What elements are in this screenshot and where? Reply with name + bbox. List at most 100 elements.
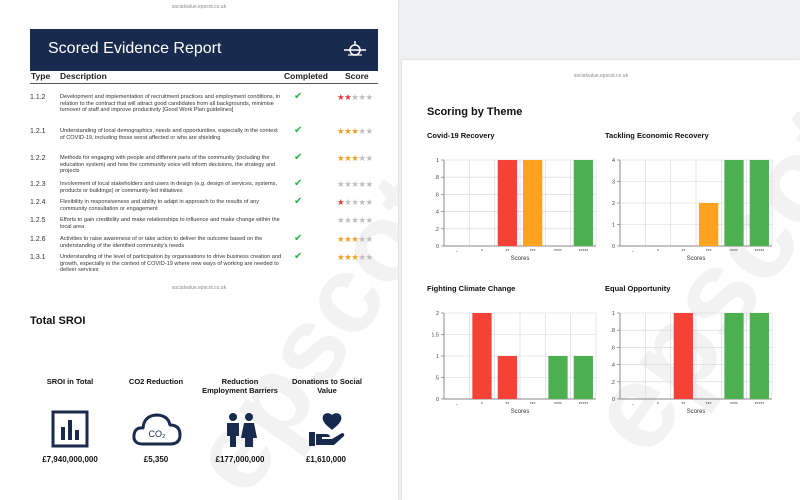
star-icon: ★ — [358, 153, 366, 163]
stat-value-donations: £1,610,000 — [305, 455, 347, 464]
x-tick-label: - — [632, 249, 634, 255]
bar — [548, 356, 568, 399]
star-rating: ★★★★★ — [337, 252, 373, 263]
star-icon: ★ — [365, 197, 374, 207]
chart-equal-opportunity: 0.2.4.6.81- * ** *** **** *****Scores — [610, 311, 773, 415]
star-icon: ★ — [358, 126, 366, 136]
x-tick-label: **** — [554, 249, 562, 255]
row-type: 1.2.3 — [30, 181, 46, 188]
x-tick-label: *** — [530, 402, 536, 408]
x-tick-label: ***** — [754, 249, 764, 255]
x-tick-label: * — [657, 249, 659, 255]
checkmark-icon: ✔ — [294, 91, 303, 102]
y-tick-label: 1 — [436, 354, 439, 360]
y-tick-label: 1 — [612, 223, 615, 229]
report-page-2: socialvalue.epscot.co.uk epscot Scoring … — [402, 60, 800, 500]
y-tick-label: 3 — [612, 180, 615, 186]
bar — [497, 356, 517, 399]
checkmark-icon: ✔ — [294, 125, 303, 136]
x-tick-label: **** — [554, 402, 562, 408]
y-tick-label: .2 — [610, 380, 615, 386]
star-icon: ★ — [365, 153, 374, 163]
chart-title-covid: Covid-19 Recovery — [427, 131, 495, 140]
star-icon: ★ — [365, 234, 374, 244]
bar — [724, 313, 744, 399]
star-rating: ★★★★★ — [337, 92, 373, 103]
x-tick-label: ***** — [754, 402, 764, 408]
y-tick-label: 2 — [436, 311, 439, 317]
star-icon: ★ — [365, 215, 374, 225]
row-description: Understanding of local demographics, nee… — [60, 128, 278, 141]
table-header-rule — [30, 83, 378, 84]
star-rating: ★★★★★ — [337, 179, 373, 190]
x-tick-label: ** — [505, 249, 509, 255]
y-tick-label: 1 — [436, 158, 439, 164]
report-header: Scored Evidence Report — [30, 29, 378, 71]
star-rating: ★★★★★ — [337, 126, 373, 137]
row-type: 1.2.4 — [30, 199, 46, 206]
column-header-score: Score — [345, 71, 369, 81]
stat-label-donations: Donations to Social Value — [291, 377, 362, 395]
y-tick-label: 0 — [612, 244, 615, 250]
page-url-bottom: socialvalue.epscot.co.uk — [171, 285, 227, 291]
star-rating: ★★★★★ — [337, 215, 373, 226]
page-url-top: socialvalue.epscot.co.uk — [171, 4, 227, 10]
bar — [699, 203, 719, 246]
star-rating: ★★★★★ — [337, 197, 373, 208]
checkmark-icon: ✔ — [294, 251, 303, 262]
checkmark-icon: ✔ — [294, 152, 303, 163]
bar — [673, 313, 693, 399]
y-tick-label: .6 — [610, 345, 615, 351]
checkmark-icon: ✔ — [294, 196, 303, 207]
star-icon: ★ — [358, 179, 366, 189]
x-tick-label: **** — [730, 249, 738, 255]
stat-label-sroi: SROI in Total — [46, 377, 94, 386]
x-tick-label: *** — [706, 402, 712, 408]
total-sroi-title: Total SROI — [30, 315, 86, 327]
star-icon: ★ — [358, 234, 366, 244]
star-icon: ★ — [365, 126, 374, 136]
x-tick-label: **** — [730, 402, 738, 408]
column-header-description: Description — [60, 71, 107, 81]
stat-label-employment: Reduction Employment Barriers — [202, 377, 278, 395]
y-tick-label: 0 — [436, 397, 439, 403]
x-axis-title: Scores — [687, 409, 706, 415]
bar — [749, 160, 769, 246]
star-icon: ★ — [358, 197, 366, 207]
row-description: Methods for engaging with people and dif… — [60, 155, 276, 175]
x-tick-label: * — [481, 402, 483, 408]
co2-cloud-icon: CO₂ — [132, 413, 182, 446]
x-axis-title: Scores — [687, 256, 706, 262]
y-tick-label: .2 — [434, 227, 439, 233]
bar-chart-icon — [51, 410, 89, 448]
x-tick-label: ***** — [578, 249, 588, 255]
y-tick-label: .5 — [434, 376, 439, 382]
y-tick-label: 2 — [612, 201, 615, 207]
chart-title-economic: Tackling Economic Recovery — [605, 131, 709, 140]
bar — [724, 160, 744, 246]
x-tick-label: ** — [681, 402, 685, 408]
row-description: Flexibility in responsiveness and abilit… — [60, 199, 260, 212]
stat-value-co2: £5,350 — [143, 455, 169, 464]
x-tick-label: * — [481, 249, 483, 255]
x-tick-label: ** — [505, 402, 509, 408]
y-tick-label: 0 — [612, 397, 615, 403]
row-description: Development and implementation of recrui… — [60, 94, 281, 114]
bar — [523, 160, 543, 246]
bar — [472, 313, 492, 399]
chart-economic-recovery: 01234- * ** *** **** *****Scores — [612, 158, 773, 262]
y-tick-label: .8 — [434, 175, 439, 181]
row-description: Efforts to gain credibility and make rel… — [60, 217, 280, 230]
x-tick-label: - — [456, 402, 458, 408]
y-tick-label: .4 — [610, 363, 615, 369]
chart-climate-change: 0.511.52- * ** *** **** *****Scores — [431, 311, 597, 415]
x-axis-title: Scores — [511, 409, 530, 415]
row-type: 1.2.1 — [30, 128, 46, 135]
chart-title-equal: Equal Opportunity — [605, 284, 671, 293]
bar — [573, 160, 593, 246]
star-icon: ★ — [365, 179, 374, 189]
y-tick-label: .6 — [434, 192, 439, 198]
x-tick-label: - — [456, 249, 458, 255]
co2-icon-text: CO₂ — [149, 429, 167, 439]
star-icon: ★ — [358, 252, 366, 262]
